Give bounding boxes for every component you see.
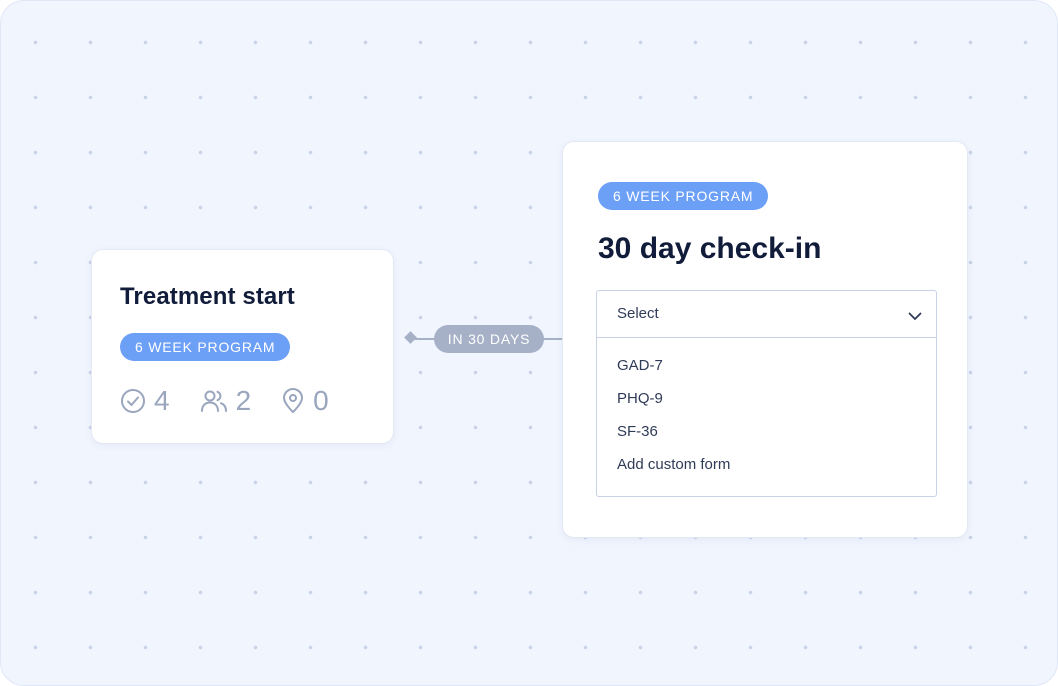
locations-count: 0: [313, 385, 329, 416]
program-badge: 6 WEEK PROGRAM: [120, 333, 291, 361]
locations-stat: 0: [281, 386, 329, 416]
map-pin-icon: [281, 388, 305, 414]
option-gad-7[interactable]: GAD-7: [617, 357, 663, 374]
select-value: Select: [617, 305, 659, 322]
check-in-card[interactable]: 6 WEEK PROGRAM 30 day check-in Select GA…: [562, 141, 968, 538]
people-stat: 2: [200, 385, 252, 416]
form-select[interactable]: Select GAD-7 PHQ-9 SF-36 Add custom form: [596, 290, 937, 497]
select-trigger[interactable]: Select: [597, 291, 936, 338]
tasks-count: 4: [154, 385, 170, 416]
option-phq-9[interactable]: PHQ-9: [617, 390, 663, 407]
chevron-down-icon[interactable]: [908, 308, 922, 326]
treatment-start-card[interactable]: Treatment start 6 WEEK PROGRAM 4 2 0: [91, 249, 394, 444]
option-add-custom-form[interactable]: Add custom form: [617, 456, 730, 473]
check-circle-icon: [120, 388, 146, 414]
tasks-stat: 4: [120, 386, 170, 416]
program-badge: 6 WEEK PROGRAM: [598, 182, 769, 210]
card-stats: 4 2 0: [120, 386, 359, 416]
workflow-canvas: Treatment start 6 WEEK PROGRAM 4 2 0 IN …: [0, 0, 1058, 686]
option-sf-36[interactable]: SF-36: [617, 423, 658, 440]
people-count: 2: [235, 385, 252, 416]
connector-diamond-icon[interactable]: [404, 331, 417, 344]
delay-label[interactable]: IN 30 DAYS: [434, 325, 544, 353]
users-icon: [200, 388, 228, 414]
card-title: Treatment start: [120, 283, 295, 310]
card-title: 30 day check-in: [598, 232, 822, 265]
